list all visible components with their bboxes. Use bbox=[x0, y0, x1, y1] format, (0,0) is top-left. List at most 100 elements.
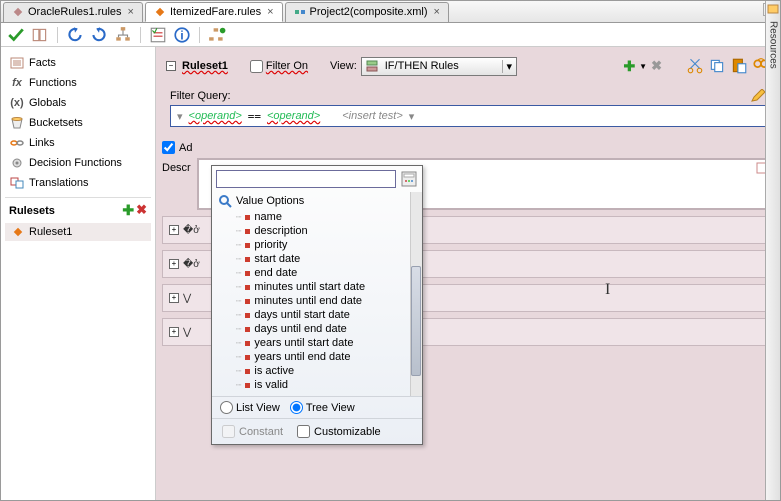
expand-button[interactable]: + bbox=[169, 327, 179, 337]
value-option-item[interactable]: ┈days until end date bbox=[218, 322, 416, 336]
paste-icon[interactable] bbox=[730, 57, 748, 75]
chevron-down-icon[interactable]: �ở bbox=[183, 259, 200, 270]
list-view-radio[interactable]: List View bbox=[220, 401, 280, 414]
value-option-item[interactable]: ┈is active bbox=[218, 364, 416, 378]
add-rule-button[interactable]: ✚ bbox=[623, 58, 635, 75]
value-options-popup: Value Options ┈name┈description┈priority… bbox=[211, 165, 423, 445]
undo-icon[interactable] bbox=[66, 26, 84, 44]
value-option-item[interactable]: ┈years until start date bbox=[218, 336, 416, 350]
value-option-item[interactable]: ┈priority bbox=[218, 238, 416, 252]
item-label: is valid bbox=[254, 379, 288, 391]
tree-branch-icon: ┈ bbox=[236, 366, 241, 377]
refresh-icon[interactable] bbox=[208, 26, 226, 44]
expand-button[interactable]: + bbox=[169, 293, 179, 303]
bullet-icon bbox=[245, 285, 250, 290]
validate-icon[interactable] bbox=[7, 26, 25, 44]
chevron-down-icon[interactable]: ⋁ bbox=[183, 293, 191, 304]
value-option-item[interactable]: ┈days until start date bbox=[218, 308, 416, 322]
resources-panel[interactable]: Resources bbox=[765, 1, 780, 500]
close-icon[interactable]: × bbox=[434, 6, 440, 18]
dictionary-icon[interactable] bbox=[31, 26, 49, 44]
x-icon: (x) bbox=[9, 96, 25, 110]
value-option-item[interactable]: ┈description bbox=[218, 224, 416, 238]
expand-button[interactable]: + bbox=[169, 259, 179, 269]
checkbox-label: Constant bbox=[239, 426, 283, 438]
calculator-icon[interactable] bbox=[400, 170, 418, 188]
filter-expression[interactable]: ▾ <operand> == <operand> <insert test> ▾ bbox=[170, 105, 766, 127]
ruleset-toolbar: − Ruleset1 Filter On View: IF/THEN Rules… bbox=[162, 53, 774, 79]
filter-on-checkbox[interactable]: Filter On bbox=[250, 60, 308, 73]
sidebar-item-links[interactable]: Links bbox=[5, 133, 151, 153]
sidebar-item-globals[interactable]: (x)Globals bbox=[5, 93, 151, 113]
view-combo[interactable]: IF/THEN Rules ▾ bbox=[361, 57, 517, 76]
edit-icon[interactable] bbox=[750, 89, 766, 103]
ruleset-name: Ruleset1 bbox=[29, 226, 72, 238]
tree-icon[interactable] bbox=[114, 26, 132, 44]
tree-branch-icon: ┈ bbox=[236, 254, 241, 265]
item-label: name bbox=[254, 211, 282, 223]
tab-label: ItemizedFare.rules bbox=[170, 6, 261, 18]
sidebar-item-decision-functions[interactable]: Decision Functions bbox=[5, 153, 151, 173]
operand-placeholder[interactable]: <operand> bbox=[189, 110, 242, 122]
redo-icon[interactable] bbox=[90, 26, 108, 44]
side-label: Links bbox=[29, 137, 55, 149]
bullet-icon bbox=[245, 257, 250, 262]
value-option-item[interactable]: ┈name bbox=[218, 210, 416, 224]
bullet-icon bbox=[245, 369, 250, 374]
ruleset-list-item[interactable]: Ruleset1 bbox=[5, 223, 151, 241]
tree-branch-icon: ┈ bbox=[236, 380, 241, 391]
info-icon[interactable]: i bbox=[173, 26, 191, 44]
delete-rule-button[interactable]: ✖ bbox=[651, 58, 662, 74]
operator[interactable]: == bbox=[248, 110, 261, 123]
operand-placeholder[interactable]: <operand> bbox=[267, 110, 320, 122]
fx-icon: fx bbox=[9, 76, 25, 90]
dropdown-arrow-icon[interactable]: ▾ bbox=[409, 110, 415, 123]
expand-icon[interactable]: ▾ bbox=[177, 110, 183, 123]
view-label: View: bbox=[330, 60, 357, 72]
checklist-icon[interactable] bbox=[149, 26, 167, 44]
add-ruleset-button[interactable]: ✚ bbox=[122, 202, 134, 219]
insert-test[interactable]: <insert test> bbox=[342, 110, 403, 122]
scrollbar[interactable] bbox=[410, 192, 422, 396]
close-icon[interactable]: × bbox=[267, 6, 273, 18]
collapse-button[interactable]: − bbox=[166, 61, 176, 71]
tree-branch-icon: ┈ bbox=[236, 310, 241, 321]
checkbox-label: Customizable bbox=[314, 426, 381, 438]
delete-ruleset-button[interactable]: ✖ bbox=[136, 202, 147, 219]
bullet-icon bbox=[245, 341, 250, 346]
description-label: Descr bbox=[162, 158, 191, 174]
dropdown-arrow-icon[interactable]: ▼ bbox=[639, 62, 647, 71]
tree-view-radio[interactable]: Tree View bbox=[290, 401, 355, 414]
value-option-item[interactable]: ┈minutes until start date bbox=[218, 280, 416, 294]
search-input[interactable] bbox=[216, 170, 396, 188]
side-label: Bucketsets bbox=[29, 117, 83, 129]
value-option-item[interactable]: ┈end date bbox=[218, 266, 416, 280]
sidebar-item-bucketsets[interactable]: Bucketsets bbox=[5, 113, 151, 133]
ad-checkbox[interactable] bbox=[162, 141, 175, 154]
value-option-item[interactable]: ┈minutes until end date bbox=[218, 294, 416, 308]
scrollbar-thumb[interactable] bbox=[411, 266, 421, 376]
customizable-checkbox[interactable]: Customizable bbox=[297, 425, 381, 438]
radio-label: List View bbox=[236, 402, 280, 414]
close-icon[interactable]: × bbox=[128, 6, 134, 18]
resources-label: Resources bbox=[768, 21, 779, 500]
tab-project2[interactable]: Project2(composite.xml) × bbox=[285, 2, 449, 22]
cut-icon[interactable] bbox=[686, 57, 704, 75]
copy-icon[interactable] bbox=[708, 57, 726, 75]
sidebar-item-functions[interactable]: fxFunctions bbox=[5, 73, 151, 93]
tab-oraclerules1[interactable]: OracleRules1.rules × bbox=[3, 2, 143, 22]
chevron-down-icon[interactable]: ⋁ bbox=[183, 327, 191, 338]
tab-itemizedfare[interactable]: ItemizedFare.rules × bbox=[145, 2, 283, 22]
expand-button[interactable]: + bbox=[169, 225, 179, 235]
bullet-icon bbox=[245, 243, 250, 248]
chevron-down-icon[interactable]: �ở bbox=[183, 225, 200, 236]
value-option-item[interactable]: ┈start date bbox=[218, 252, 416, 266]
resources-icon bbox=[767, 3, 779, 15]
sidebar-item-translations[interactable]: Translations bbox=[5, 173, 151, 193]
tree-branch-icon: ┈ bbox=[236, 268, 241, 279]
bullet-icon bbox=[245, 215, 250, 220]
rules-icon bbox=[365, 59, 379, 73]
value-option-item[interactable]: ┈ is valid bbox=[218, 378, 416, 392]
value-option-item[interactable]: ┈years until end date bbox=[218, 350, 416, 364]
sidebar-item-facts[interactable]: Facts bbox=[5, 53, 151, 73]
